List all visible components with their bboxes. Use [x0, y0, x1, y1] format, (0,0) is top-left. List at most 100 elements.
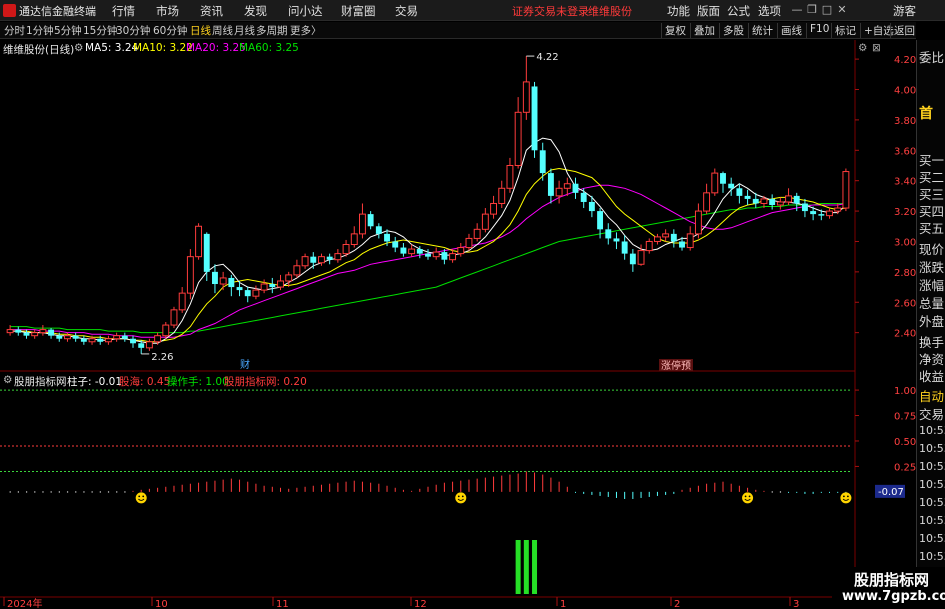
menu-banmian[interactable]: 版面: [697, 3, 720, 19]
restore-icon[interactable]: ❐: [805, 2, 819, 17]
candle-body-down: [203, 233, 210, 272]
indicator-settings-icon[interactable]: ⚙: [3, 374, 12, 386]
period-fenshi[interactable]: 分时: [4, 23, 25, 38]
f10-button[interactable]: F10: [806, 23, 829, 38]
period-1min[interactable]: 1分钟: [26, 23, 54, 38]
menu-faxian[interactable]: 发现: [244, 3, 267, 19]
candle-body-up: [186, 256, 194, 294]
period-5min[interactable]: 5分钟: [54, 23, 82, 38]
candle-body-up: [563, 183, 571, 189]
period-daily[interactable]: 日线: [190, 23, 211, 38]
period-multi[interactable]: 多周期: [256, 23, 288, 38]
price-tick-label: 4.00: [894, 86, 916, 97]
period-monthly[interactable]: 月线: [234, 23, 255, 38]
indicator-tick-label: 0.25: [894, 462, 916, 473]
period-30min[interactable]: 30分钟: [116, 23, 150, 38]
menu-wenxiaoda[interactable]: 问小达: [288, 3, 323, 19]
guest-button[interactable]: 游客: [893, 3, 916, 19]
duogu-button[interactable]: 多股: [719, 23, 744, 38]
menu-caifuquan[interactable]: 财富圈: [341, 3, 376, 19]
price-tick-label: 4.20: [894, 55, 916, 66]
candle-body-up: [776, 201, 784, 206]
candle-body-up: [64, 335, 71, 340]
huaxian-button[interactable]: 画线: [777, 23, 802, 38]
x-axis-label: 12: [414, 599, 427, 609]
chart-close-icon[interactable]: ⊠: [872, 42, 881, 54]
menu-hangqing[interactable]: 行情: [112, 3, 135, 19]
period-60min[interactable]: 60分钟: [153, 23, 187, 38]
candle-body-up: [88, 338, 96, 343]
candle-body-down: [326, 256, 333, 260]
indicator-dot: [66, 491, 69, 493]
price-tick-label: 3.40: [894, 177, 916, 188]
close-icon[interactable]: ✕: [835, 2, 849, 17]
price-tick-label: 2.60: [894, 298, 916, 309]
high-price-label: 4.22: [536, 52, 558, 63]
candle-body-up: [662, 233, 670, 238]
side-panel-item: 自动: [919, 389, 945, 404]
candle-body-up: [490, 202, 498, 215]
candle-body-down: [97, 338, 104, 342]
side-panel-item: 首: [919, 106, 933, 122]
candle-body-up: [711, 172, 719, 194]
candle-body-up: [473, 228, 481, 239]
minimize-icon[interactable]: —: [790, 2, 804, 17]
menu-jiaoyi[interactable]: 交易: [395, 3, 418, 19]
candle-body-up: [293, 265, 301, 276]
candle-body-up: [252, 289, 260, 297]
candle-body-down: [244, 290, 251, 297]
login-status[interactable]: 证券交易未登录: [512, 3, 589, 19]
indicator-dot: [124, 491, 126, 493]
candle-body-down: [400, 247, 407, 254]
candle-body-up: [506, 164, 514, 189]
candle-body-down: [547, 173, 554, 196]
menu-gongneng[interactable]: 功能: [667, 3, 690, 19]
limit-up-marker: 涨停预: [661, 359, 691, 372]
candle-body-down: [531, 86, 538, 151]
ma60-label: MA60: 3.25: [239, 42, 299, 54]
diejia-button[interactable]: 叠加: [690, 23, 715, 38]
candle-body-down: [121, 335, 128, 339]
candle-body-down: [752, 198, 759, 204]
candle-body-up: [760, 198, 768, 204]
kline-chart[interactable]: 4.222.26财 涨停预 1.000.750.500.25-0.072024年 1…: [0, 40, 916, 609]
menu-zixun[interactable]: 资讯: [200, 3, 223, 19]
candle-body-down: [367, 214, 374, 227]
fuquan-button[interactable]: 复权: [661, 23, 686, 38]
tongji-button[interactable]: 统计: [748, 23, 773, 38]
indicator-tick-label: 0.50: [894, 437, 916, 448]
side-panel-item: 交易: [919, 407, 945, 422]
side-panel-item: 总量: [919, 296, 945, 311]
smiley-eye: [461, 495, 464, 498]
candle-body-down: [441, 252, 448, 260]
maximize-icon[interactable]: □: [820, 2, 834, 17]
fanhui-button[interactable]: 返回: [890, 23, 915, 38]
settings-icon[interactable]: ⚙: [74, 42, 83, 54]
menu-gongshi[interactable]: 公式: [727, 3, 750, 19]
trade-time: 10:53: [919, 532, 945, 545]
candle-body-up: [162, 324, 170, 337]
biaoji-button[interactable]: 标记: [831, 23, 856, 38]
menu-shichang[interactable]: 市场: [156, 3, 179, 19]
chart-settings-icon[interactable]: ⚙: [858, 42, 867, 54]
ma5-line: [10, 137, 847, 344]
period-15min[interactable]: 15分钟: [83, 23, 117, 38]
smiley-eye: [748, 495, 751, 498]
candle-body-up: [350, 233, 358, 246]
menu-xuanxiang[interactable]: 选项: [758, 3, 781, 19]
candle-body-up: [514, 111, 522, 166]
candle-body-up: [637, 250, 645, 265]
period-more[interactable]: 更多〉: [290, 23, 322, 38]
candle-body-down: [80, 338, 87, 342]
candle-body-up: [195, 225, 203, 258]
add-watchlist-button[interactable]: +自选: [860, 23, 894, 38]
candle-body-down: [679, 241, 685, 248]
candle-body-up: [358, 213, 366, 235]
indicator-dot: [107, 491, 110, 493]
period-weekly[interactable]: 周线: [212, 23, 233, 38]
candle-body-down: [720, 173, 726, 184]
candle-body-down: [236, 287, 243, 291]
smiley-icon: [742, 492, 754, 504]
side-panel-item: 收益: [919, 369, 945, 384]
watermark-url: www.7gpzb.com: [842, 589, 945, 604]
